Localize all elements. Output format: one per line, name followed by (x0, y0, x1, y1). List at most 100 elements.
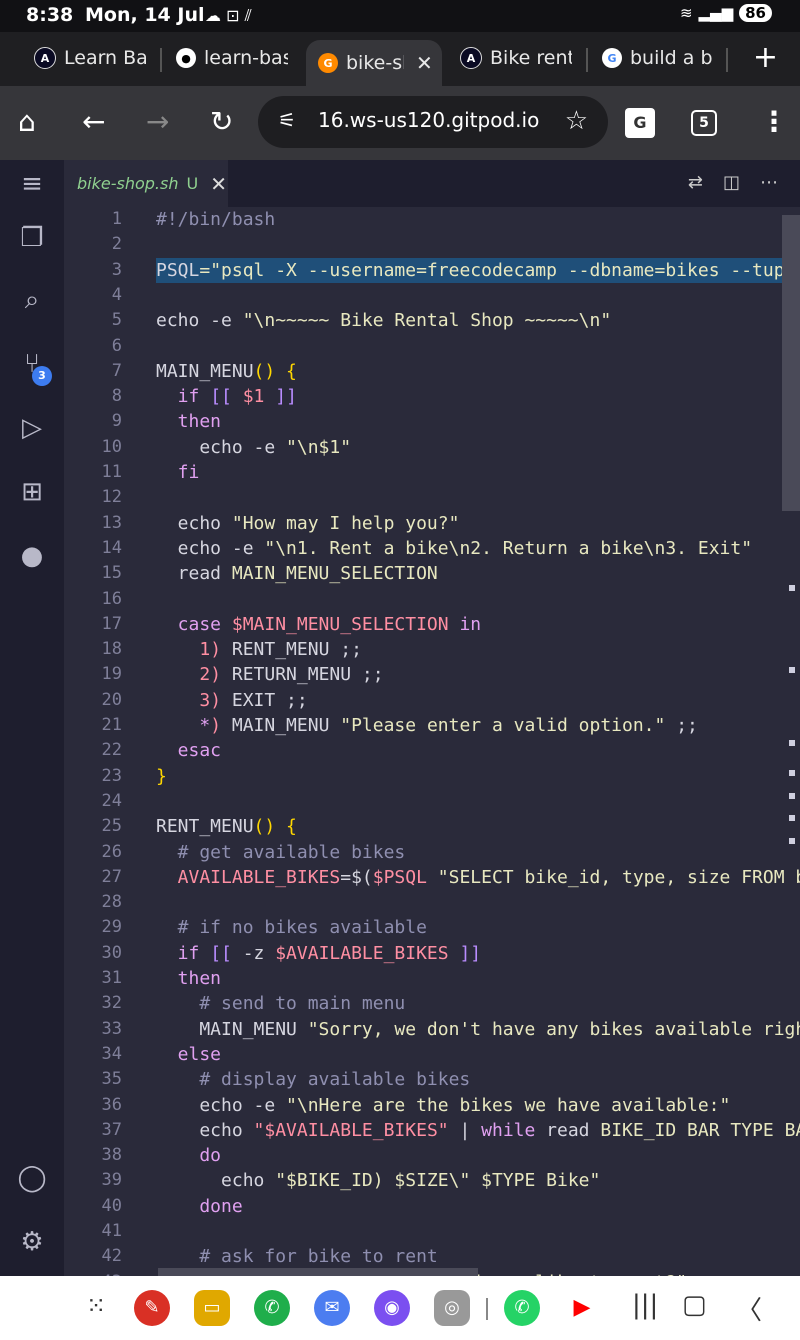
url-text[interactable]: 16.ws-us120.gitpod.io (318, 108, 539, 132)
code-line[interactable]: 20 3) EXIT ;; (64, 688, 800, 713)
code-line[interactable]: 8 if [[ $1 ]] (64, 384, 800, 409)
code-line[interactable]: 31 then (64, 966, 800, 991)
messages-app-icon[interactable]: ✉ (314, 1290, 350, 1326)
code-line[interactable]: 24 (64, 789, 800, 814)
code-line[interactable]: 40 done (64, 1194, 800, 1219)
split-editor-icon[interactable]: ◫ (723, 172, 740, 193)
run-debug-icon[interactable]: ▷ (16, 412, 48, 444)
code-token: "\nHere are the bikes we have available:… (286, 1094, 731, 1116)
code-line[interactable]: 36 echo -e "\nHere are the bikes we have… (64, 1093, 800, 1118)
code-line[interactable]: 34 else (64, 1042, 800, 1067)
code-line[interactable]: 16 (64, 587, 800, 612)
code-line[interactable]: 25 RENT_MENU() { (64, 814, 800, 839)
code-line[interactable]: 2 (64, 232, 800, 257)
youtube-app-icon[interactable]: ▶ (564, 1290, 600, 1326)
search-icon[interactable]: ⌕ (16, 284, 48, 316)
line-code: then (156, 409, 221, 434)
new-tab-button[interactable]: + (753, 40, 778, 75)
code-line[interactable]: 19 2) RETURN_MENU ;; (64, 662, 800, 687)
line-number: 16 (101, 588, 122, 609)
code-token: while (481, 1119, 547, 1141)
code-line[interactable]: 3 PSQL="psql -X --username=freecodecamp -… (64, 257, 800, 283)
code-line[interactable]: 30 if [[ -z $AVAILABLE_BIKES ]] (64, 941, 800, 966)
tab-count-button[interactable]: 5 (691, 110, 717, 136)
code-line[interactable]: 9 then (64, 409, 800, 434)
forward-arrow-icon[interactable]: → (146, 104, 169, 140)
browser-tab-0[interactable]: A Learn Bas (34, 38, 146, 78)
line-code: } (156, 764, 167, 789)
vertical-scrollbar[interactable] (782, 215, 800, 511)
code-line[interactable]: 1 #!/bin/bash (64, 207, 800, 232)
code-line[interactable]: 15 read MAIN_MENU_SELECTION (64, 561, 800, 586)
code-line[interactable]: 21 *) MAIN_MENU "Please enter a valid op… (64, 713, 800, 738)
code-line[interactable]: 7 MAIN_MENU() { (64, 359, 800, 384)
browser-tab-4[interactable]: G build a bi (602, 38, 712, 78)
overview-ruler-mark (789, 770, 795, 776)
back-button-icon[interactable]: 〈 (736, 1290, 762, 1327)
reload-icon[interactable]: ↻ (210, 104, 233, 140)
code-line[interactable]: 32 # send to main menu (64, 991, 800, 1016)
browser-tab-2-active[interactable]: G bike-sh ✕ (306, 40, 442, 86)
site-settings-icon[interactable]: ⚟ (278, 108, 296, 132)
code-line[interactable]: 29 # if no bikes available (64, 915, 800, 940)
more-menu-icon[interactable]: ⋮ (760, 104, 788, 140)
code-token: MAIN_MENU_SELECTION (231, 563, 438, 585)
code-line[interactable]: 39 echo "$BIKE_ID) $SIZE\" $TYPE Bike" (64, 1168, 800, 1193)
code-line[interactable]: 22 esac (64, 738, 800, 763)
extensions-icon[interactable]: ⊞ (16, 476, 48, 508)
overview-ruler-mark (789, 740, 795, 746)
code-line[interactable]: 14 echo -e "\n1. Rent a bike\n2. Return … (64, 536, 800, 561)
horizontal-scrollbar[interactable] (158, 1268, 478, 1276)
line-number: 18 (101, 639, 122, 660)
browser-tab-3[interactable]: A Bike renta (460, 38, 572, 78)
recent-apps-icon[interactable]: ||| (632, 1290, 658, 1320)
app-drawer-icon[interactable]: ⁙ (86, 1292, 106, 1320)
code-line[interactable]: 18 1) RENT_MENU ;; (64, 637, 800, 662)
bookmark-star-icon[interactable]: ☆ (565, 106, 588, 136)
files-app-icon[interactable]: ▭ (194, 1290, 230, 1326)
code-line[interactable]: 5 echo -e "\n~~~~~ Bike Rental Shop ~~~~~… (64, 308, 800, 333)
code-line[interactable]: 35 # display available bikes (64, 1067, 800, 1092)
code-line[interactable]: 11 fi (64, 460, 800, 485)
code-line[interactable]: 12 (64, 485, 800, 510)
address-bar[interactable]: ⚟ 16.ws-us120.gitpod.io ☆ (258, 96, 608, 148)
code-line[interactable]: 27 AVAILABLE_BIKES=$($PSQL "SELECT bike_… (64, 865, 800, 890)
code-line[interactable]: 23} (64, 764, 800, 789)
code-line[interactable]: 42 # ask for bike to rent (64, 1244, 800, 1269)
code-line[interactable]: 10 echo -e "\n$1" (64, 435, 800, 460)
home-icon[interactable]: ⌂ (18, 104, 36, 140)
phone-app-icon[interactable]: ✆ (254, 1290, 290, 1326)
browser-tab-1[interactable]: ● learn-bas (176, 38, 288, 78)
notes-app-icon[interactable]: ✎ (134, 1290, 170, 1326)
translate-icon[interactable]: G (625, 108, 655, 138)
close-editor-icon[interactable]: ✕ (210, 172, 227, 196)
editor-tab-bike-shop[interactable]: bike-shop.sh U ✕ (64, 160, 228, 207)
code-line[interactable]: 13 echo "How may I help you?" (64, 511, 800, 536)
code-line[interactable]: 38 do (64, 1143, 800, 1168)
back-arrow-icon[interactable]: ← (82, 104, 105, 140)
settings-gear-icon[interactable]: ⚙ (16, 1226, 48, 1258)
code-line[interactable]: 6 (64, 334, 800, 359)
code-line[interactable]: 41 (64, 1219, 800, 1244)
code-line[interactable]: 28 (64, 890, 800, 915)
camera-app-icon[interactable]: ◎ (434, 1290, 470, 1326)
compare-changes-icon[interactable]: ⇄ (688, 172, 703, 193)
browser-app-icon[interactable]: ◉ (374, 1290, 410, 1326)
github-icon: ● (176, 48, 196, 68)
code-line[interactable]: 26 # get available bikes (64, 840, 800, 865)
line-number: 38 (101, 1145, 122, 1166)
code-editor[interactable]: 43 echo -e "\nWhich one would you like t… (64, 207, 800, 1276)
overview-ruler-mark (789, 585, 795, 591)
menu-icon[interactable]: ≡ (16, 168, 48, 200)
account-icon[interactable]: ◯ (16, 1162, 48, 1194)
code-line[interactable]: 33 MAIN_MENU "Sorry, we don't have any b… (64, 1017, 800, 1042)
code-line[interactable]: 4 (64, 283, 800, 308)
more-actions-icon[interactable]: ⋯ (760, 172, 778, 193)
home-button-icon[interactable]: ▢ (682, 1290, 707, 1320)
code-line[interactable]: 37 echo "$AVAILABLE_BIKES" | while read … (64, 1118, 800, 1143)
whatsapp-app-icon[interactable]: ✆ (504, 1290, 540, 1326)
code-line[interactable]: 17 case $MAIN_MENU_SELECTION in (64, 612, 800, 637)
close-tab-icon[interactable]: ✕ (416, 51, 433, 75)
explorer-icon[interactable]: ❐ (16, 222, 48, 254)
github-icon[interactable]: ● (16, 540, 48, 572)
